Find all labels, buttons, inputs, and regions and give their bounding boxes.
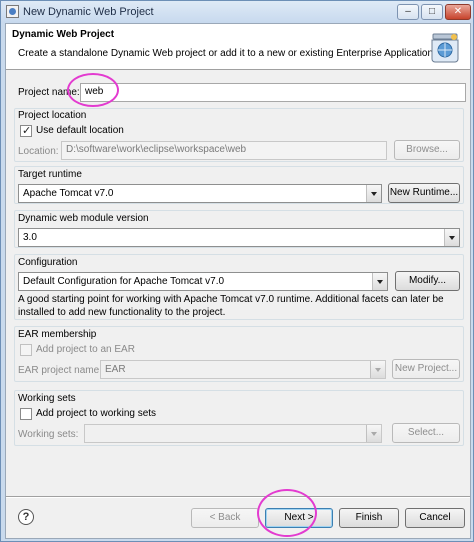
module-version-label: Dynamic web module version <box>18 213 149 224</box>
chevron-down-icon <box>370 361 385 378</box>
configuration-description-line1: A good starting point for working with A… <box>18 294 444 305</box>
location-label: Location: <box>18 146 59 157</box>
wizard-title: Dynamic Web Project <box>12 29 115 40</box>
project-name-input[interactable]: web <box>80 83 466 102</box>
add-to-working-sets-label: Add project to working sets <box>36 408 157 419</box>
configuration-value: Default Configuration for Apache Tomcat … <box>23 276 225 287</box>
annotation-circle-project-name <box>67 73 119 107</box>
title-bar[interactable]: New Dynamic Web Project – □ ✕ <box>1 1 473 23</box>
web-project-jar-icon <box>431 33 459 63</box>
location-input[interactable]: D:\software\work\eclipse\workspace\web <box>61 141 387 160</box>
footer-divider-highlight <box>6 497 470 498</box>
help-icon[interactable]: ? <box>18 509 34 525</box>
cancel-button[interactable]: Cancel <box>405 508 465 528</box>
module-version-select[interactable]: 3.0 <box>18 228 460 247</box>
add-to-working-sets-checkbox[interactable] <box>20 408 32 420</box>
new-runtime-button[interactable]: New Runtime... <box>388 183 460 203</box>
chevron-down-icon <box>444 229 459 246</box>
dialog-window: New Dynamic Web Project – □ ✕ Dynamic We… <box>0 0 474 542</box>
ear-project-name-select[interactable]: EAR <box>100 360 386 379</box>
finish-button[interactable]: Finish <box>339 508 399 528</box>
wizard-header: Dynamic Web Project Create a standalone … <box>6 24 470 70</box>
close-button[interactable]: ✕ <box>445 4 471 20</box>
target-runtime-select[interactable]: Apache Tomcat v7.0 <box>18 184 382 203</box>
window-title: New Dynamic Web Project <box>23 6 154 18</box>
use-default-location-label: Use default location <box>36 125 124 136</box>
ear-project-name-value: EAR <box>105 364 126 375</box>
configuration-select[interactable]: Default Configuration for Apache Tomcat … <box>18 272 388 291</box>
configuration-label: Configuration <box>18 257 78 268</box>
modify-button[interactable]: Modify... <box>395 271 460 291</box>
browse-button[interactable]: Browse... <box>394 140 460 160</box>
maximize-button[interactable]: □ <box>421 4 443 20</box>
new-project-button[interactable]: New Project... <box>392 359 460 379</box>
minimize-button[interactable]: – <box>397 4 419 20</box>
ear-project-name-label: EAR project name: <box>18 365 102 376</box>
target-runtime-label: Target runtime <box>18 169 82 180</box>
wizard-description: Create a standalone Dynamic Web project … <box>18 48 436 59</box>
eclipse-app-icon <box>6 5 19 18</box>
project-location-label: Project location <box>18 110 87 121</box>
chevron-down-icon <box>366 425 381 442</box>
configuration-description-line2: installed to add new functionality to th… <box>18 307 226 318</box>
select-working-sets-button[interactable]: Select... <box>392 423 460 443</box>
chevron-down-icon <box>366 185 381 202</box>
add-to-ear-checkbox[interactable] <box>20 344 32 356</box>
ear-membership-label: EAR membership <box>18 329 97 340</box>
module-version-value: 3.0 <box>23 232 37 243</box>
target-runtime-value: Apache Tomcat v7.0 <box>23 188 114 199</box>
use-default-location-checkbox[interactable] <box>20 124 32 137</box>
annotation-circle-next <box>257 489 317 537</box>
working-sets-label: Working sets: <box>18 429 79 440</box>
chevron-down-icon <box>372 273 387 290</box>
working-sets-select[interactable] <box>84 424 382 443</box>
add-to-ear-label: Add project to an EAR <box>36 344 135 355</box>
working-sets-group-label: Working sets <box>18 393 76 404</box>
back-button[interactable]: < Back <box>191 508 259 528</box>
